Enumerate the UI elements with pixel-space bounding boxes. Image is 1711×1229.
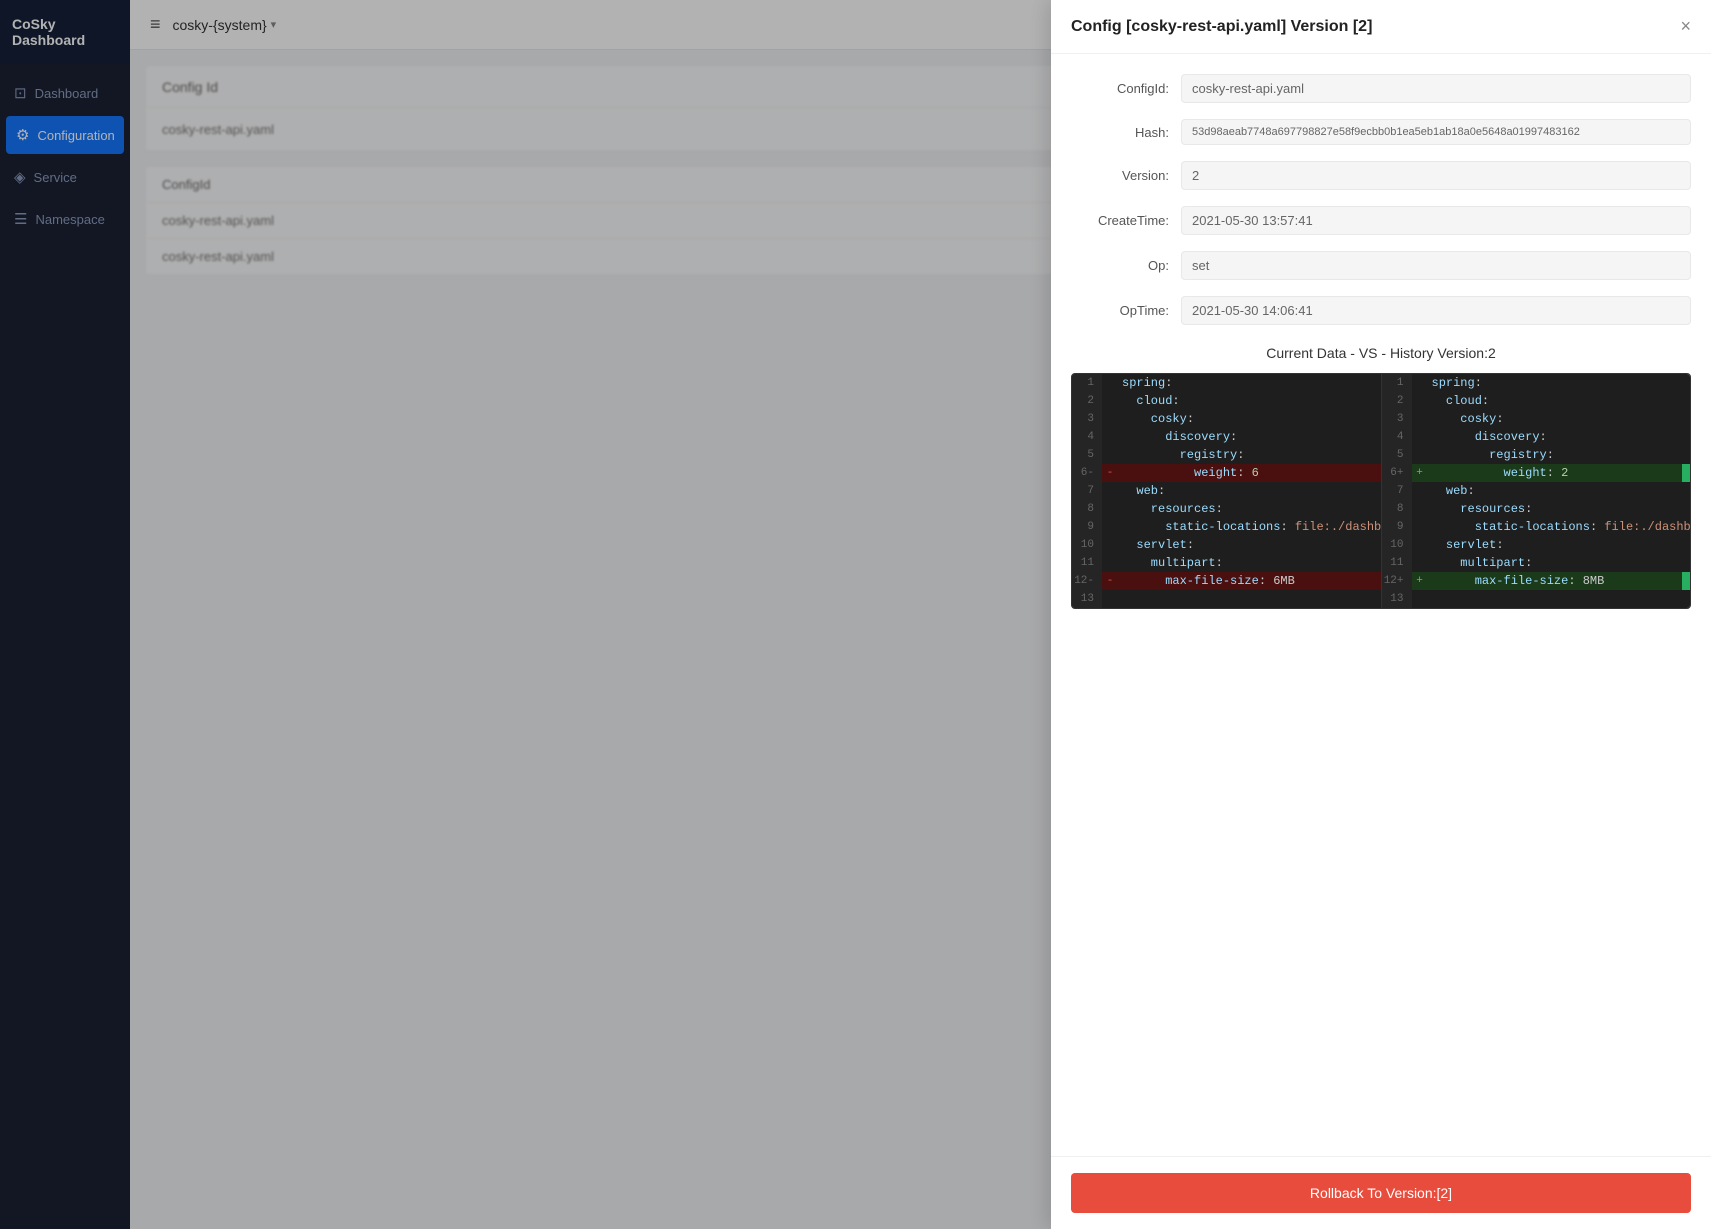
version-label: Version:: [1071, 168, 1181, 183]
create-time-value: 2021-05-30 13:57:41: [1181, 206, 1691, 235]
close-button[interactable]: ×: [1680, 16, 1691, 37]
version-value: 2: [1181, 161, 1691, 190]
create-time-field: CreateTime: 2021-05-30 13:57:41: [1071, 206, 1691, 235]
diff-section: Current Data - VS - History Version:2 1s…: [1071, 345, 1691, 609]
hash-value: 53d98aeab7748a697798827e58f9ecbb0b1ea5eb…: [1181, 119, 1691, 145]
op-time-value: 2021-05-30 14:06:41: [1181, 296, 1691, 325]
hash-label: Hash:: [1071, 125, 1181, 140]
modal-overlay: Config [cosky-rest-api.yaml] Version [2]…: [0, 0, 1711, 1229]
op-time-field: OpTime: 2021-05-30 14:06:41: [1071, 296, 1691, 325]
diff-right-pane: 1spring:2 cloud:3 cosky:4 discovery:5 re…: [1381, 374, 1691, 608]
diff-container: 1spring:2 cloud:3 cosky:4 discovery:5 re…: [1071, 373, 1691, 609]
op-field: Op: set: [1071, 251, 1691, 280]
config-id-field: ConfigId: cosky-rest-api.yaml: [1071, 74, 1691, 103]
modal-footer: Rollback To Version:[2]: [1051, 1156, 1711, 1229]
rollback-button[interactable]: Rollback To Version:[2]: [1071, 1173, 1691, 1213]
op-value: set: [1181, 251, 1691, 280]
diff-title: Current Data - VS - History Version:2: [1071, 345, 1691, 361]
create-time-label: CreateTime:: [1071, 213, 1181, 228]
op-label: Op:: [1071, 258, 1181, 273]
modal-header: Config [cosky-rest-api.yaml] Version [2]…: [1051, 0, 1711, 54]
config-id-label: ConfigId:: [1071, 81, 1181, 96]
config-id-value: cosky-rest-api.yaml: [1181, 74, 1691, 103]
modal-body: ConfigId: cosky-rest-api.yaml Hash: 53d9…: [1051, 54, 1711, 1156]
hash-field: Hash: 53d98aeab7748a697798827e58f9ecbb0b…: [1071, 119, 1691, 145]
version-field: Version: 2: [1071, 161, 1691, 190]
op-time-label: OpTime:: [1071, 303, 1181, 318]
modal-title: Config [cosky-rest-api.yaml] Version [2]: [1071, 18, 1372, 36]
config-version-modal: Config [cosky-rest-api.yaml] Version [2]…: [1051, 0, 1711, 1229]
diff-left-pane: 1spring:2 cloud:3 cosky:4 discovery:5 re…: [1072, 374, 1381, 608]
